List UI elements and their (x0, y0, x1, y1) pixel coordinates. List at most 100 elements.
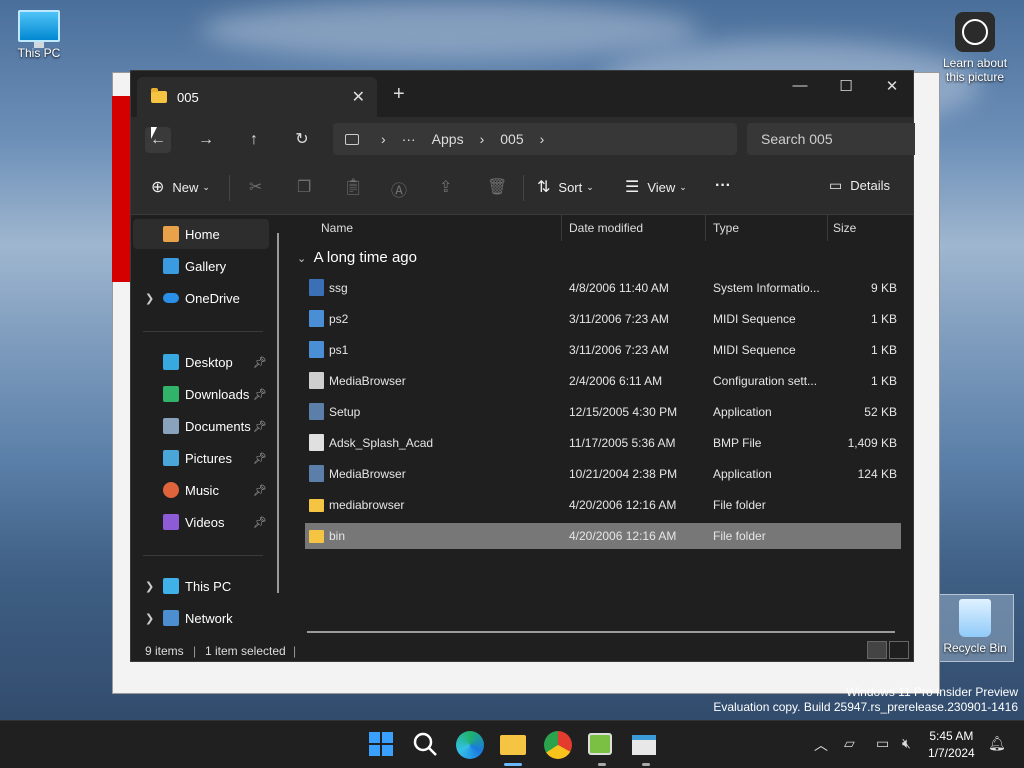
sort-button[interactable]: ⇅ Sort ⌄ (537, 177, 594, 197)
maximize-button[interactable]: ☐ (823, 77, 869, 95)
copy-icon[interactable]: ❐ (297, 177, 311, 197)
nav-item-downloads[interactable]: Downloads 📌︎ (133, 379, 269, 409)
nav-label: Home (185, 226, 220, 242)
back-button[interactable]: ← (145, 127, 171, 153)
nav-item-home[interactable]: Home (133, 219, 269, 249)
close-tab-icon[interactable]: ✕ (352, 87, 365, 107)
view-button[interactable]: ☰ View ⌄ (625, 177, 687, 197)
document-icon (163, 418, 179, 434)
nav-item-documents[interactable]: Documents 📌︎ (133, 411, 269, 441)
rename-icon[interactable]: Ⓐ (391, 177, 407, 201)
column-header-name[interactable]: Name (321, 215, 353, 241)
clock[interactable]: 5:45 AM 1/7/2024 (928, 728, 975, 762)
file-type: Application (713, 405, 772, 419)
file-row[interactable]: MediaBrowser 10/21/2004 2:38 PM Applicatio… (305, 461, 901, 487)
column-header-size[interactable]: Size (833, 215, 856, 241)
nav-item-videos[interactable]: Videos 📌︎ (133, 507, 269, 537)
info-camera-icon (955, 12, 995, 52)
start-button[interactable] (368, 731, 396, 759)
file-row[interactable]: Setup 12/15/2005 4:30 PM Application 52 KB (305, 399, 901, 425)
delete-icon[interactable]: 🗑︎ (487, 177, 507, 197)
file-row[interactable]: MediaBrowser 2/4/2006 6:11 AM Configuratio… (305, 368, 901, 394)
nav-item-pictures[interactable]: Pictures 📌︎ (133, 443, 269, 473)
forward-button[interactable]: → (193, 127, 219, 153)
display-icon[interactable]: ▭ (876, 735, 889, 752)
notification-bell-icon[interactable]: 🔔︎ (988, 735, 1006, 752)
nav-label: Network (185, 610, 233, 626)
breadcrumb[interactable]: › ··· Apps › 005 › (333, 123, 737, 155)
close-window-button[interactable]: ✕ (869, 77, 915, 95)
chevron-down-icon: ⌄ (586, 181, 594, 192)
desktop-icon-this-pc[interactable]: This PC (4, 10, 74, 60)
new-tab-button[interactable]: + (393, 83, 405, 106)
nav-item-this-pc[interactable]: ❯ This PC (133, 571, 269, 601)
new-button[interactable]: ⊕ New ⌄ (151, 177, 210, 197)
breadcrumb-separator: › (479, 131, 485, 147)
breadcrumb-005[interactable]: 005 (500, 131, 523, 147)
details-button[interactable]: ▭ Details (829, 177, 890, 194)
column-header-date-modified[interactable]: Date modified (569, 215, 643, 241)
paste-icon[interactable]: 📋︎ (343, 177, 363, 197)
search-input[interactable]: Search 005 (747, 123, 915, 155)
nav-item-music[interactable]: Music 📌︎ (133, 475, 269, 505)
group-header[interactable]: ⌄ A long time ago (297, 249, 417, 266)
share-icon[interactable]: ⇪ (439, 177, 452, 197)
nav-item-network[interactable]: ❯ Network (133, 603, 269, 633)
clock-date: 1/7/2024 (928, 746, 975, 760)
nav-item-desktop[interactable]: Desktop 📌︎ (133, 347, 269, 377)
file-explorer-taskbar-icon[interactable] (500, 731, 528, 759)
window-app-icon[interactable] (632, 731, 660, 759)
edge-icon[interactable] (456, 731, 484, 759)
desktop-icon-recycle-bin[interactable]: Recycle Bin (936, 594, 1014, 662)
volume-muted-icon[interactable]: 🔇︎ (902, 735, 911, 752)
file-size: 1 KB (870, 343, 897, 357)
nav-item-gallery[interactable]: Gallery (133, 251, 269, 281)
file-icon (309, 434, 324, 451)
refresh-button[interactable]: ↻ (289, 127, 315, 153)
up-button[interactable]: ↑ (241, 127, 267, 153)
file-type: File folder (713, 529, 766, 543)
file-date: 3/11/2006 7:23 AM (569, 312, 669, 326)
file-size: 1,409 KB (847, 436, 897, 450)
details-view-button[interactable] (867, 641, 887, 659)
file-date: 2/4/2006 6:11 AM (569, 374, 663, 388)
file-row[interactable]: bin 4/20/2006 12:16 AM File folder (305, 523, 901, 549)
show-hidden-icons-chevron-icon[interactable]: ︿ (814, 735, 828, 755)
nav-item-onedrive[interactable]: ❯ OneDrive (133, 283, 269, 313)
breadcrumb-more[interactable]: ··· (402, 131, 416, 147)
more-options-icon[interactable]: ··· (715, 177, 731, 195)
file-row[interactable]: ps2 3/11/2006 7:23 AM MIDI Sequence 1 KB (305, 306, 901, 332)
evaluation-watermark: Windows 11 Pro Insider Preview Evaluatio… (713, 685, 1018, 715)
media-app-icon[interactable] (588, 731, 616, 759)
minimize-button[interactable]: — (777, 77, 823, 94)
file-row[interactable]: mediabrowser 4/20/2006 12:16 AM File folde… (305, 492, 901, 518)
horizontal-scrollbar[interactable] (307, 631, 895, 633)
desktop-icon-label: This PC (17, 46, 61, 60)
details-label: Details (850, 178, 890, 193)
file-row[interactable]: ssg 4/8/2006 11:40 AM System Informatio...… (305, 275, 901, 301)
folder-icon (151, 88, 167, 103)
search-icon[interactable] (412, 731, 440, 759)
file-type: Configuration sett... (713, 374, 818, 388)
chevron-right-icon[interactable]: ❯ (145, 292, 154, 305)
download-icon (163, 386, 179, 402)
nav-scrollbar[interactable] (277, 233, 279, 593)
file-icon (309, 279, 324, 296)
file-row[interactable]: ps1 3/11/2006 7:23 AM MIDI Sequence 1 KB (305, 337, 901, 363)
tab-005[interactable]: 005 ✕ (137, 77, 377, 117)
desktop-icon-learn-about-picture[interactable]: Learn about this picture (940, 12, 1010, 84)
file-size: 9 KB (870, 281, 897, 295)
chrome-icon[interactable] (544, 731, 572, 759)
column-header-type[interactable]: Type (713, 215, 739, 241)
background-window-red-strip (112, 96, 130, 282)
file-name: Setup (329, 405, 361, 419)
breadcrumb-separator: › (539, 131, 545, 147)
network-disconnected-icon[interactable]: ▱ (844, 735, 855, 752)
tiles-view-button[interactable] (889, 641, 909, 659)
breadcrumb-separator: › (381, 131, 386, 147)
cut-icon[interactable]: ✂ (249, 177, 262, 197)
file-row[interactable]: Adsk_Splash_Acad 11/17/2005 5:36 AM BMP Fi… (305, 430, 901, 456)
chevron-right-icon[interactable]: ❯ (145, 612, 154, 625)
chevron-right-icon[interactable]: ❯ (145, 580, 154, 593)
breadcrumb-apps[interactable]: Apps (432, 131, 464, 147)
